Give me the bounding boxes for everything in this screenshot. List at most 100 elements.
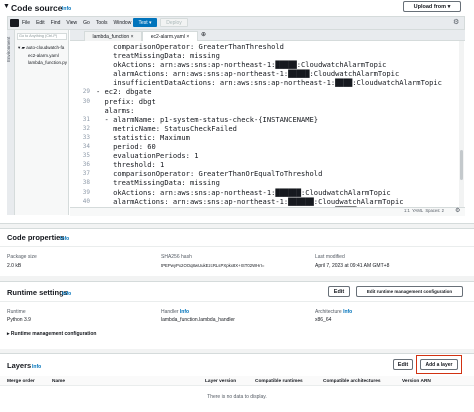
code-text: insufficientDataActions: arn:aws:sns:ap-… bbox=[96, 78, 442, 88]
editor-scrollbar[interactable] bbox=[459, 41, 464, 209]
code-line: alarms: bbox=[70, 106, 446, 115]
menu-items: File Edit Find View Go Tools Window bbox=[22, 20, 131, 26]
layers-edit-button[interactable]: Edit bbox=[393, 359, 413, 370]
sha-label: SHA256 hash bbox=[161, 254, 192, 260]
architecture-info-link[interactable]: Info bbox=[343, 309, 352, 315]
column-compatible-architectures: Compatible architectures bbox=[323, 379, 381, 384]
menu-tools[interactable]: Tools bbox=[96, 20, 108, 26]
editor-status: 1:1 YAML Spaces: 2 bbox=[404, 208, 444, 213]
environment-label: Environment bbox=[6, 36, 11, 62]
tab-lambda-function[interactable]: lambda_function × bbox=[84, 31, 142, 41]
line-number: 32 bbox=[82, 124, 90, 132]
tree-file-yaml[interactable]: ec2-alarm.yaml bbox=[28, 53, 59, 58]
code-text: treatMissingData: missing bbox=[96, 178, 220, 188]
runtime-settings-info-link[interactable]: Info bbox=[62, 291, 71, 297]
column-compatible-runtimes: Compatible runtimes bbox=[255, 379, 303, 384]
line-number: 31 bbox=[82, 115, 90, 123]
code-text: statistic: Maximum bbox=[96, 132, 190, 142]
tab-ec2-alarm[interactable]: ec2-alarm.yaml × bbox=[142, 31, 198, 41]
caret-down-icon: ▾ bbox=[447, 3, 451, 10]
code-text: evaluationPeriods: 1 bbox=[96, 151, 199, 161]
line-number: 40 bbox=[82, 197, 90, 205]
runtime-label: Runtime bbox=[7, 309, 26, 315]
upload-from-button[interactable]: Upload from ▾ bbox=[403, 1, 461, 12]
code-line: 31 - alarmName: p1-system-status-check-{… bbox=[70, 115, 446, 124]
code-source-title: Code source bbox=[11, 3, 63, 13]
divider bbox=[0, 301, 474, 302]
column-layer-version: Layer version bbox=[205, 379, 237, 384]
code-properties-info-link[interactable]: Info bbox=[60, 236, 69, 242]
tree-file-py[interactable]: lambda_function.py bbox=[28, 60, 67, 65]
code-text: comparisonOperator: GreaterThanThreshold bbox=[96, 42, 284, 51]
edit-runtime-management-button[interactable]: Edit runtime management configuration bbox=[356, 286, 463, 297]
tree-folder[interactable]: ▾ ▰ auto-cloudwatch-fa bbox=[18, 45, 64, 51]
runtime-management-expander[interactable]: ▸ Runtime management configuration bbox=[7, 331, 96, 337]
code-line: treatMissingData: missing bbox=[70, 51, 446, 60]
settings-icon[interactable]: ⚙ bbox=[453, 18, 459, 26]
code-line: 32 metricName: StatusCheckFailed bbox=[70, 124, 446, 133]
code-line: 35 evaluationPeriods: 1 bbox=[70, 151, 446, 160]
test-button[interactable]: Test ▾ bbox=[133, 18, 157, 27]
code-text: alarmActions: arn:aws:sns:ap-northeast-1… bbox=[96, 196, 404, 206]
runtime-value: Python 3.9 bbox=[7, 317, 31, 323]
code-properties-title: Code properties bbox=[7, 233, 65, 242]
code-text: prefix: dbgt bbox=[96, 96, 156, 106]
divider bbox=[0, 246, 474, 247]
ide-logo-icon bbox=[10, 19, 19, 27]
code-line: 34 period: 60 bbox=[70, 142, 446, 151]
code-source-info-link[interactable]: Info bbox=[62, 6, 71, 12]
menu-file[interactable]: File bbox=[22, 20, 30, 26]
menu-window[interactable]: Window bbox=[114, 20, 132, 26]
editor-scroll-thumb[interactable] bbox=[460, 150, 463, 180]
layers-empty-message: There is no data to display. bbox=[207, 394, 267, 400]
code-editor[interactable]: comparisonOperator: GreaterThanThreshold… bbox=[70, 41, 465, 209]
line-number: 36 bbox=[82, 161, 90, 169]
code-text: alarmActions: arn:aws:sns:ap-northeast-1… bbox=[96, 69, 400, 79]
code-line: 36 threshold: 1 bbox=[70, 160, 446, 169]
code-line: 30 prefix: dbgt bbox=[70, 97, 446, 106]
collapse-icon[interactable]: ▼ bbox=[3, 3, 10, 10]
code-line: 37 comparisonOperator: GreaterThanOrEqua… bbox=[70, 169, 446, 178]
code-lines: comparisonOperator: GreaterThanThreshold… bbox=[70, 42, 446, 209]
line-number: 30 bbox=[82, 97, 90, 105]
add-tab-icon[interactable]: ⊕ bbox=[201, 31, 206, 38]
package-size-value: 2.0 kB bbox=[7, 263, 22, 269]
folder-icon: ▰ bbox=[21, 45, 25, 50]
code-line: insufficientDataActions: arn:aws:sns:ap-… bbox=[70, 78, 446, 87]
runtime-edit-button[interactable]: Edit bbox=[328, 286, 350, 297]
line-number: 34 bbox=[82, 143, 90, 151]
line-number: 37 bbox=[82, 170, 90, 178]
layers-info-link[interactable]: Info bbox=[32, 364, 41, 370]
caret-right-icon: ▸ bbox=[7, 331, 10, 337]
handler-info-link[interactable]: Info bbox=[180, 309, 189, 315]
code-text: okActions: arn:aws:sns:ap-northeast-1:██… bbox=[96, 187, 391, 197]
handler-value: lambda_function.lambda_handler bbox=[161, 317, 235, 323]
column-version-arn: Version ARN bbox=[402, 379, 431, 384]
last-modified-value: April 7, 2023 at 09:41 AM GMT+8 bbox=[315, 263, 390, 269]
menu-view[interactable]: View bbox=[66, 20, 77, 26]
deploy-button[interactable]: Deploy bbox=[160, 18, 188, 27]
search-input[interactable]: Go to Anything (Ctrl-P) bbox=[17, 33, 67, 40]
last-modified-label: Last modified bbox=[315, 254, 345, 260]
editor-status-settings-icon[interactable]: ⚙ bbox=[455, 207, 460, 214]
code-line: 33 statistic: Maximum bbox=[70, 133, 446, 142]
code-text: period: 60 bbox=[96, 142, 156, 152]
line-number: 33 bbox=[82, 133, 90, 141]
architecture-label: Architecture Info bbox=[315, 309, 353, 315]
code-text: alarms: bbox=[96, 105, 135, 115]
code-text: treatMissingData: missing bbox=[96, 51, 220, 61]
menu-edit[interactable]: Edit bbox=[36, 20, 45, 26]
code-line: 38 treatMissingData: missing bbox=[70, 178, 446, 187]
package-size-label: Package size bbox=[7, 254, 37, 260]
code-line: alarmActions: arn:aws:sns:ap-northeast-1… bbox=[70, 69, 446, 78]
line-number bbox=[70, 60, 90, 69]
add-layer-button[interactable]: Add a layer bbox=[420, 359, 458, 370]
menu-go[interactable]: Go bbox=[83, 20, 90, 26]
line-number: 39 bbox=[82, 188, 90, 196]
column-name: Name bbox=[52, 379, 66, 384]
line-number bbox=[70, 69, 90, 78]
menu-find[interactable]: Find bbox=[51, 20, 61, 26]
line-number: 35 bbox=[82, 152, 90, 160]
runtime-settings-title: Runtime settings bbox=[7, 288, 68, 297]
code-line: comparisonOperator: GreaterThanThreshold bbox=[70, 42, 446, 51]
